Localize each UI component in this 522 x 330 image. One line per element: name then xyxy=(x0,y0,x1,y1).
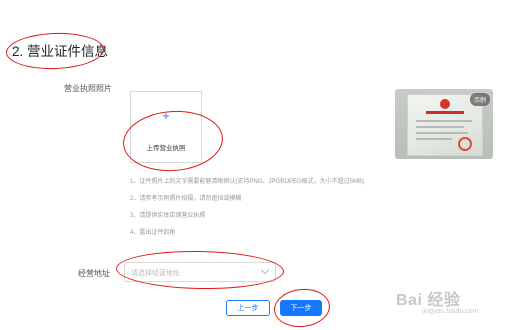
example-license-image[interactable]: 示例 xyxy=(395,89,493,159)
requirement-note: 2、请参考示例照片拍摄，请勿遮挡或模糊 xyxy=(130,196,242,202)
requirement-note: 1、证件照片上的文字需要能够清晰辨认(支持PNG、JPG和JPEG格式，大小不超… xyxy=(130,179,365,185)
document-line xyxy=(416,126,464,128)
example-badge: 示例 xyxy=(469,93,490,106)
annotation-circle xyxy=(115,249,285,291)
business-address-label: 经营地址 xyxy=(78,269,110,278)
annotation-circle xyxy=(272,286,332,330)
requirement-note: 3、请提供实体店铺营业执照 xyxy=(130,213,206,219)
seal-icon xyxy=(458,137,472,151)
license-photo-label: 营业执照照片 xyxy=(64,84,112,93)
document-line xyxy=(416,138,452,140)
document-line xyxy=(416,120,472,122)
annotation-circle xyxy=(5,31,105,71)
requirement-note: 4、露出证件四角 xyxy=(130,230,176,236)
document-line xyxy=(416,132,468,134)
baidu-watermark: Bai 经验 jingyan.baidu.com xyxy=(396,286,478,315)
watermark-main: Bai 经验 xyxy=(396,292,461,309)
emblem-icon xyxy=(440,99,450,109)
document-title-bar xyxy=(426,111,464,114)
watermark-sub: jingyan.baidu.com xyxy=(422,308,479,315)
previous-step-button[interactable]: 上一步 xyxy=(226,300,270,316)
